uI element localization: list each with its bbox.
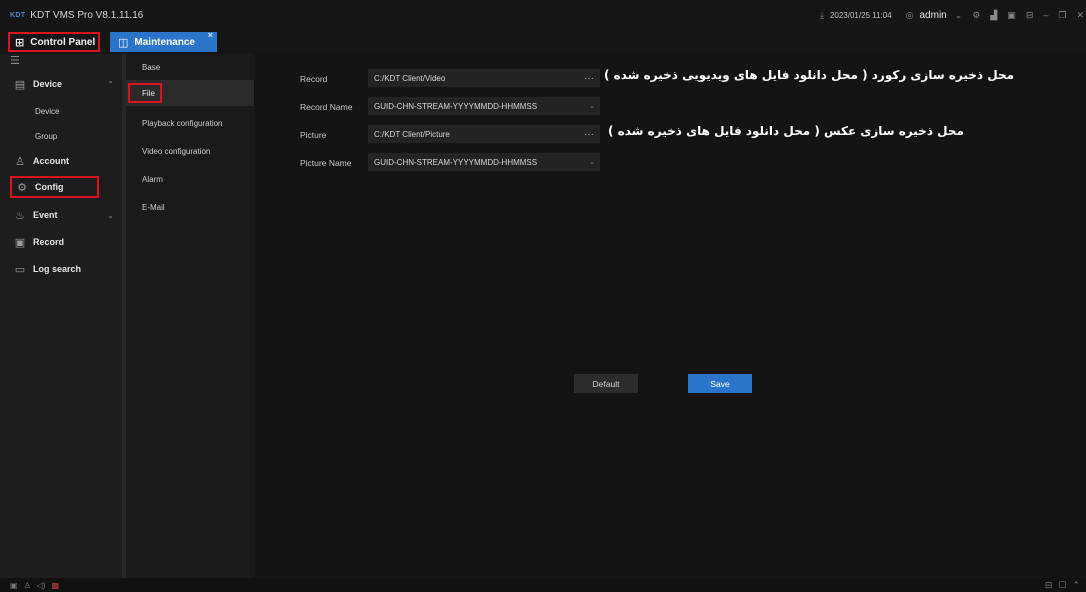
device-icon: ▤ (14, 78, 26, 91)
status-bar-actions: ⊟ ☐ ⌃ (1045, 580, 1080, 591)
account-icon: ♙ (15, 155, 25, 168)
settings-icon[interactable]: ⚙ (972, 10, 980, 21)
sidebar-item-label: Device (33, 79, 63, 89)
submenu-item-alarm[interactable]: Alarm (126, 166, 254, 192)
picture-annotation: محل ذخیره سازی عکس ( محل دانلود فایل های… (608, 124, 964, 138)
save-button[interactable]: Save (688, 374, 752, 393)
submenu-item-file[interactable]: File (126, 80, 254, 106)
config-icon: ⚙ (17, 181, 27, 194)
sidebar-item-config[interactable]: ⚙ Config (10, 176, 99, 198)
collapse-sidebar-icon[interactable]: ☰ (10, 54, 20, 67)
record-name-select[interactable]: GUID-CHN-STREAM-YYYYMMDD-HHMMSS ⌄ (368, 97, 600, 115)
minimize-icon[interactable]: – (1043, 10, 1048, 20)
submenu-item-base[interactable]: Base (126, 54, 254, 80)
sidebar-item-label: Account (33, 156, 69, 166)
chart-icon[interactable]: ▟ (990, 10, 997, 21)
chevron-down-icon: ⌄ (589, 159, 595, 166)
record-name-label: Record Name (300, 102, 353, 112)
sidebar-item-label: Config (35, 182, 64, 192)
default-button[interactable]: Default (574, 374, 638, 393)
app-logo: KDT (10, 11, 26, 19)
sidebar-item-device[interactable]: ▤ Device ⌃ (0, 72, 122, 96)
log-search-icon: ▭ (14, 263, 26, 276)
sidebar-subitem-device[interactable]: Device (0, 100, 122, 122)
submenu-item-video-configuration[interactable]: Video configuration (126, 138, 254, 164)
submenu-item-file-label: File (128, 83, 162, 103)
sidebar-item-label: Record (33, 237, 65, 247)
recording-icon[interactable]: ▩ (52, 581, 60, 590)
record-path-field[interactable]: C:/KDT Client/Video ··· (368, 69, 600, 87)
event-icon: ♨ (15, 209, 25, 222)
sidebar-subitem-group[interactable]: Group (0, 125, 122, 147)
restore-icon[interactable]: ❐ (1058, 10, 1066, 21)
volume-icon[interactable]: ◁) (37, 581, 46, 590)
record-path-value: C:/KDT Client/Video (374, 73, 446, 83)
sidebar-item-label: Event (33, 210, 58, 220)
picture-name-select[interactable]: GUID-CHN-STREAM-YYYYMMDD-HHMMSS ⌄ (368, 153, 600, 171)
sidebar: ☰ ▤ Device ⌃ Device Group ♙ Account ⚙ Co… (0, 54, 122, 578)
expand-up-icon[interactable]: ⌃ (1072, 580, 1080, 591)
tab-control-panel-label: Control Panel (30, 36, 96, 48)
browse-record-button[interactable]: ··· (584, 73, 594, 84)
layout-icon[interactable]: ▣ (1007, 10, 1016, 21)
chevron-down-icon: ⌄ (589, 103, 595, 110)
close-icon[interactable]: ✕ (1076, 10, 1084, 21)
sidebar-item-label: Log search (33, 264, 82, 274)
datetime: 2023/01/25 11:04 (829, 10, 892, 20)
browse-picture-button[interactable]: ··· (584, 129, 594, 140)
username[interactable]: admin (920, 10, 947, 21)
chevron-down-icon: ⌄ (107, 210, 114, 220)
sidebar-item-log-search[interactable]: ▭ Log search (0, 257, 122, 281)
sidebar-item-account[interactable]: ♙ Account (0, 149, 122, 173)
tab-maintenance[interactable]: ◫ Maintenance × (110, 30, 217, 52)
picture-path-value: C:/KDT Client/Picture (374, 129, 450, 139)
chevron-up-icon: ⌃ (107, 79, 114, 89)
status-bar: ▣ ♙ ◁) ▩ ⊟ ☐ ⌃ (0, 578, 1086, 592)
sidebar-item-event[interactable]: ♨ Event ⌄ (0, 203, 122, 227)
config-submenu: Base File Playback configuration Video c… (126, 54, 254, 578)
record-annotation: محل ذخیره سازی رکورد ( محل دانلود فایل ه… (604, 68, 1015, 82)
lock-icon[interactable]: ⊟ (1045, 580, 1053, 591)
record-icon: ▣ (14, 236, 26, 249)
sidebar-item-record[interactable]: ▣ Record (0, 230, 122, 254)
picture-path-field[interactable]: C:/KDT Client/Picture ··· (368, 125, 600, 143)
submenu-item-email[interactable]: E-Mail (126, 194, 254, 220)
microphone-icon[interactable]: ♙ (24, 581, 31, 590)
user-icon: ◎ (905, 9, 914, 20)
tab-maintenance-label: Maintenance (134, 36, 195, 48)
picture-label: Picture (300, 130, 327, 140)
grid-icon: ⊞ (15, 36, 25, 49)
status-bar-tools: ▣ ♙ ◁) ▩ (10, 581, 59, 590)
maintenance-icon: ◫ (118, 36, 129, 49)
picture-name-label: Picture Name (300, 158, 352, 168)
app-title: KDT VMS Pro V8.1.11.16 (30, 9, 144, 21)
record-label: Record (300, 74, 328, 84)
fullscreen-icon[interactable]: ☐ (1058, 580, 1066, 591)
tab-strip: ⊞ Control Panel ◫ Maintenance × (0, 30, 1086, 54)
picture-name-value: GUID-CHN-STREAM-YYYYMMDD-HHMMSS (374, 157, 538, 167)
chevron-down-icon[interactable]: ⌄ (955, 10, 963, 21)
file-config-panel: Record C:/KDT Client/Video ··· محل ذخیره… (254, 54, 1086, 578)
screenshot-icon[interactable]: ▣ (10, 581, 18, 590)
lock-icon[interactable]: ⊟ (1026, 10, 1034, 21)
download-icon[interactable]: ⤓ (820, 10, 824, 21)
title-bar-controls: ⤓ 2023/01/25 11:04 ◎ admin ⌄ ⚙ ▟ ▣ ⊟ – ❐… (810, 0, 1086, 30)
record-name-value: GUID-CHN-STREAM-YYYYMMDD-HHMMSS (374, 101, 538, 111)
submenu-item-playback-configuration[interactable]: Playback configuration (126, 110, 254, 136)
title-bar: KDT KDT VMS Pro V8.1.11.16 ⤓ 2023/01/25 … (0, 0, 1086, 30)
tab-close-icon[interactable]: × (208, 30, 213, 40)
tab-control-panel[interactable]: ⊞ Control Panel (8, 32, 100, 52)
